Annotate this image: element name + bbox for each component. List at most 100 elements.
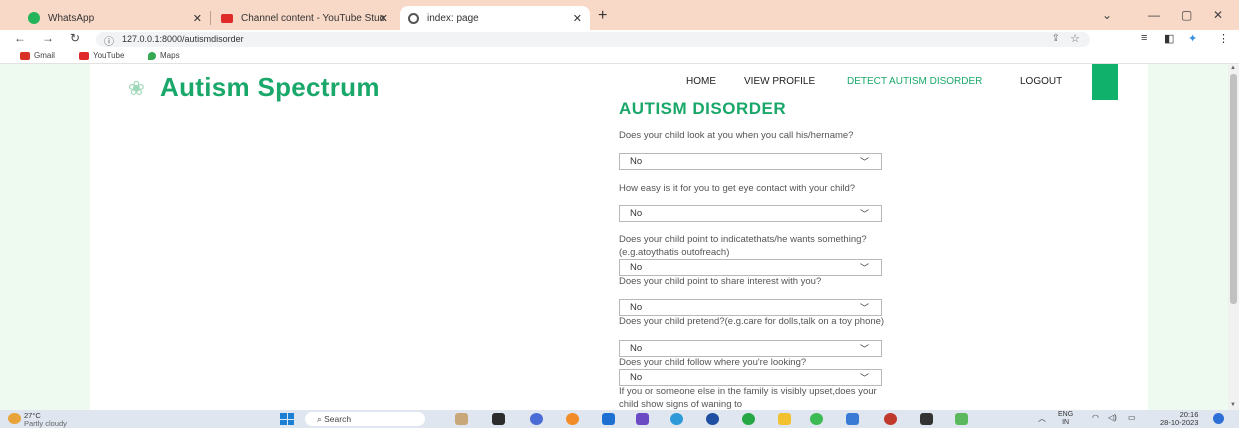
forward-icon[interactable]: → — [42, 31, 54, 45]
select-value: No — [630, 262, 643, 273]
scroll-up-icon[interactable]: ▲ — [1230, 65, 1236, 71]
page-content: ❀ Autism Spectrum HOME VIEW PROFILE DETE… — [90, 64, 1148, 410]
edge-icon[interactable] — [670, 413, 683, 425]
chevron-down-icon: ﹀ — [859, 209, 869, 219]
weather-condition: Partly cloudy — [24, 419, 67, 428]
tab-whatsapp[interactable]: WhatsApp ✕ — [20, 6, 210, 30]
brand-title[interactable]: Autism Spectrum — [160, 72, 380, 103]
tray-overflow-icon[interactable]: ︿ — [1038, 413, 1046, 424]
site-info-icon[interactable]: ⓘ — [104, 33, 114, 48]
reload-icon[interactable]: ↻ — [70, 31, 80, 45]
answer-select[interactable]: No ﹀ — [619, 340, 882, 357]
address-bar[interactable]: ⓘ 127.0.0.1:8000/autismdisorder ⇪ ☆ — [96, 32, 1090, 48]
bookmark-gmail[interactable]: Gmail — [20, 51, 55, 60]
browser-toolbar: ← → ↻ ⓘ 127.0.0.1:8000/autismdisorder ⇪ … — [0, 30, 1239, 49]
search-label: Search — [324, 414, 352, 424]
answer-select[interactable]: No ﹀ — [619, 205, 882, 222]
maximize-icon[interactable]: ▢ — [1181, 8, 1192, 22]
url-text[interactable]: 127.0.0.1:8000/autismdisorder — [122, 34, 244, 44]
media-controls-icon[interactable]: ≡ — [1141, 32, 1147, 44]
app-icon[interactable] — [884, 413, 897, 425]
chevron-down-icon: ﹀ — [859, 344, 869, 354]
nav-home[interactable]: HOME — [686, 76, 716, 87]
question-label: If you or someone else in the family is … — [619, 386, 877, 410]
chevron-down-icon: ﹀ — [859, 373, 869, 383]
close-tab-icon[interactable]: ✕ — [379, 12, 388, 25]
language-code: ENG — [1058, 411, 1074, 418]
bookmark-youtube[interactable]: YouTube — [79, 51, 124, 60]
side-panel-icon[interactable]: ◧ — [1164, 32, 1174, 45]
app-icon[interactable] — [636, 413, 649, 425]
chrome-icon[interactable] — [810, 413, 823, 425]
battery-icon[interactable]: ▭ — [1128, 413, 1136, 422]
nav-detect-autism-disorder[interactable]: DETECT AUTISM DISORDER — [847, 76, 982, 87]
browser-tab-strip: WhatsApp ✕ Channel content - YouTube Stu… — [0, 0, 1239, 30]
menu-icon[interactable]: ⋮ — [1218, 32, 1229, 45]
language-indicator[interactable]: ENG IN — [1058, 411, 1073, 427]
tab-search-icon[interactable]: ⌄ — [1102, 8, 1112, 22]
answer-select[interactable]: No ﹀ — [619, 259, 882, 276]
back-icon[interactable]: ← — [14, 31, 26, 45]
chevron-down-icon: ﹀ — [859, 303, 869, 313]
maps-pin-icon — [148, 51, 156, 60]
tab-label: index: page — [427, 12, 479, 24]
region-code: IN — [1062, 419, 1070, 426]
volume-icon[interactable]: ◁) — [1108, 413, 1117, 422]
chat-icon[interactable] — [530, 413, 543, 425]
answer-select[interactable]: No ﹀ — [619, 299, 882, 316]
share-icon[interactable]: ⇪ — [1052, 33, 1060, 44]
weather-icon — [8, 413, 21, 424]
app-icon[interactable] — [706, 413, 719, 425]
nav-view-profile[interactable]: VIEW PROFILE — [744, 76, 815, 87]
extension-icon[interactable]: ✦ — [1188, 32, 1197, 45]
question-label: Does your child point to indicatethats/h… — [619, 234, 867, 258]
windows-start-icon[interactable] — [280, 413, 294, 425]
taskbar-search[interactable]: ⌕ Search — [305, 412, 425, 426]
notification-badge-icon[interactable] — [1213, 413, 1224, 424]
web-page: ❀ Autism Spectrum HOME VIEW PROFILE DETE… — [0, 64, 1228, 410]
task-view-icon[interactable] — [455, 413, 468, 425]
answer-select[interactable]: No ﹀ — [619, 153, 882, 170]
bookmark-label: Maps — [160, 51, 180, 60]
app-icon[interactable] — [492, 413, 505, 425]
select-value: No — [630, 343, 643, 354]
clock-date: 28-10-2023 — [1160, 418, 1199, 427]
nav-accent-block — [1092, 64, 1118, 100]
new-tab-button[interactable]: + — [598, 7, 607, 25]
app-icon[interactable] — [602, 413, 615, 425]
select-value: No — [630, 208, 643, 219]
wifi-icon[interactable]: ◠ — [1092, 413, 1099, 422]
weather-widget[interactable]: 27°C Partly cloudy — [8, 412, 67, 428]
gmail-icon — [20, 51, 30, 60]
question-label: How easy is it for you to get eye contac… — [619, 183, 856, 194]
file-explorer-icon[interactable] — [778, 413, 791, 425]
close-tab-icon[interactable]: ✕ — [573, 12, 582, 25]
page-scrollbar[interactable]: ▲ ▼ — [1228, 64, 1239, 410]
bookmark-label: Gmail — [34, 51, 55, 60]
minimize-icon[interactable]: — — [1148, 8, 1160, 22]
terminal-icon[interactable] — [920, 413, 933, 425]
search-app-icon[interactable] — [566, 413, 579, 425]
os-taskbar: 27°C Partly cloudy ⌕ Search ︿ ENG IN ◠ ◁… — [0, 410, 1239, 428]
bookmark-star-icon[interactable]: ☆ — [1070, 32, 1080, 45]
whatsapp-icon — [28, 12, 40, 24]
close-window-icon[interactable]: ✕ — [1213, 8, 1223, 22]
tab-youtube-studio[interactable]: Channel content - YouTube Stuc ✕ — [213, 6, 398, 30]
tab-index-page[interactable]: index: page ✕ — [400, 6, 590, 30]
app-icon[interactable] — [846, 413, 859, 425]
select-value: No — [630, 302, 643, 313]
scroll-down-icon[interactable]: ▼ — [1230, 402, 1236, 408]
bookmark-label: YouTube — [93, 51, 125, 60]
nav-logout[interactable]: LOGOUT — [1020, 76, 1062, 87]
answer-select[interactable]: No ﹀ — [619, 369, 882, 386]
app-icon[interactable] — [955, 413, 968, 425]
close-tab-icon[interactable]: ✕ — [193, 12, 202, 25]
app-icon[interactable] — [742, 413, 755, 425]
taskbar-clock[interactable]: 20:16 28-10-2023 — [1160, 411, 1198, 427]
scrollbar-thumb[interactable] — [1230, 74, 1237, 304]
bookmarks-bar: Gmail YouTube Maps — [0, 49, 1239, 64]
select-value: No — [630, 156, 643, 167]
form-heading: AUTISM DISORDER — [619, 99, 787, 118]
brand-logo-icon: ❀ — [128, 78, 145, 100]
bookmark-maps[interactable]: Maps — [148, 51, 180, 60]
